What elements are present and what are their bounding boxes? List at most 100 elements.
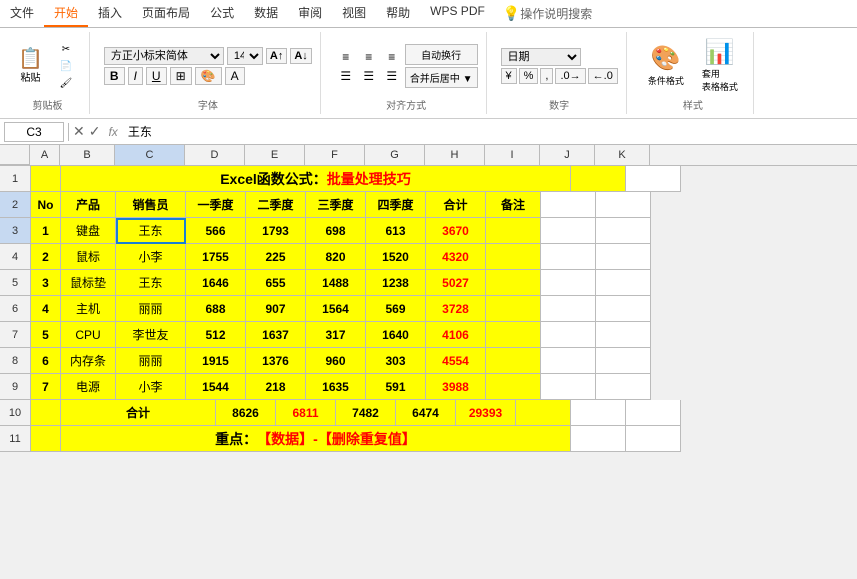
- cell-a7[interactable]: 5: [31, 322, 61, 348]
- tab-review[interactable]: 审阅: [288, 0, 332, 27]
- cell-h5[interactable]: 5027: [426, 270, 486, 296]
- cell-j3[interactable]: [541, 218, 596, 244]
- col-header-a[interactable]: A: [30, 145, 60, 165]
- col-header-b[interactable]: B: [60, 145, 115, 165]
- cut-button[interactable]: ✂: [51, 42, 81, 57]
- cell-a5[interactable]: 3: [31, 270, 61, 296]
- cell-g2[interactable]: 四季度: [366, 192, 426, 218]
- align-mid-center-button[interactable]: ☰: [358, 67, 380, 85]
- tab-wpspdf[interactable]: WPS PDF: [420, 0, 495, 27]
- cell-f6[interactable]: 1564: [306, 296, 366, 322]
- cell-h7[interactable]: 4106: [426, 322, 486, 348]
- cell-c2[interactable]: 销售员: [116, 192, 186, 218]
- font-increase-button[interactable]: A↑: [266, 48, 287, 64]
- cell-j5[interactable]: [541, 270, 596, 296]
- align-mid-right-button[interactable]: ☰: [381, 67, 403, 85]
- bold-button[interactable]: B: [104, 67, 125, 85]
- col-header-i[interactable]: I: [485, 145, 540, 165]
- cell-b3[interactable]: 键盘: [61, 218, 116, 244]
- cell-k7[interactable]: [596, 322, 651, 348]
- number-format-select[interactable]: 日期: [501, 48, 581, 66]
- col-header-f[interactable]: F: [305, 145, 365, 165]
- wrap-text-button[interactable]: 自动换行: [405, 44, 478, 65]
- cell-k6[interactable]: [596, 296, 651, 322]
- tab-help[interactable]: 帮助: [376, 0, 420, 27]
- cell-j4[interactable]: [541, 244, 596, 270]
- cell-j6[interactable]: [541, 296, 596, 322]
- cell-d6[interactable]: 688: [186, 296, 246, 322]
- cell-e2[interactable]: 二季度: [246, 192, 306, 218]
- font-size-select[interactable]: 14: [227, 47, 263, 65]
- cell-a9[interactable]: 7: [31, 374, 61, 400]
- cell-a10[interactable]: [31, 400, 61, 426]
- row-header-7[interactable]: 7: [0, 322, 30, 348]
- formula-input[interactable]: [126, 123, 853, 141]
- cell-i5[interactable]: [486, 270, 541, 296]
- align-mid-left-button[interactable]: ☰: [335, 67, 357, 85]
- cell-i7[interactable]: [486, 322, 541, 348]
- cell-b4[interactable]: 鼠标: [61, 244, 116, 270]
- cell-e10[interactable]: 6811: [276, 400, 336, 426]
- cell-d2[interactable]: 一季度: [186, 192, 246, 218]
- cell-a1[interactable]: [31, 166, 61, 192]
- cell-c9[interactable]: 小李: [116, 374, 186, 400]
- cell-i8[interactable]: [486, 348, 541, 374]
- row-header-5[interactable]: 5: [0, 270, 30, 296]
- cell-a8[interactable]: 6: [31, 348, 61, 374]
- cell-c4[interactable]: 小李: [116, 244, 186, 270]
- tab-home[interactable]: 开始: [44, 0, 88, 27]
- tab-insert[interactable]: 插入: [88, 0, 132, 27]
- col-header-g[interactable]: G: [365, 145, 425, 165]
- cell-e3[interactable]: 1793: [246, 218, 306, 244]
- cell-j7[interactable]: [541, 322, 596, 348]
- cell-d4[interactable]: 1755: [186, 244, 246, 270]
- cell-e8[interactable]: 1376: [246, 348, 306, 374]
- row-header-1[interactable]: 1: [0, 166, 30, 192]
- cell-g9[interactable]: 591: [366, 374, 426, 400]
- cell-a11[interactable]: [31, 426, 61, 452]
- cell-i2[interactable]: 备注: [486, 192, 541, 218]
- cell-title[interactable]: Excel函数公式： 批量处理技巧: [61, 166, 571, 192]
- cell-j10[interactable]: [571, 400, 626, 426]
- cell-b6[interactable]: 主机: [61, 296, 116, 322]
- increase-decimal-button[interactable]: .0→: [555, 68, 585, 84]
- cell-d8[interactable]: 1915: [186, 348, 246, 374]
- copy-button[interactable]: 📄: [51, 59, 81, 74]
- row-header-3[interactable]: 3: [0, 218, 30, 244]
- cell-f10[interactable]: 7482: [336, 400, 396, 426]
- col-header-h[interactable]: H: [425, 145, 485, 165]
- row-header-9[interactable]: 9: [0, 374, 30, 400]
- cell-k11[interactable]: [626, 426, 681, 452]
- comma-button[interactable]: ,: [540, 68, 553, 84]
- cell-k10[interactable]: [626, 400, 681, 426]
- cell-b9[interactable]: 电源: [61, 374, 116, 400]
- cell-d9[interactable]: 1544: [186, 374, 246, 400]
- fill-color-button[interactable]: 🎨: [195, 67, 222, 85]
- confirm-formula-icon[interactable]: ✓: [89, 123, 101, 140]
- cell-d5[interactable]: 1646: [186, 270, 246, 296]
- cell-g8[interactable]: 303: [366, 348, 426, 374]
- cell-a6[interactable]: 4: [31, 296, 61, 322]
- row-header-6[interactable]: 6: [0, 296, 30, 322]
- cell-f4[interactable]: 820: [306, 244, 366, 270]
- cell-c6[interactable]: 丽丽: [116, 296, 186, 322]
- cell-i3[interactable]: [486, 218, 541, 244]
- decrease-decimal-button[interactable]: ←.0: [588, 68, 618, 84]
- cell-k1[interactable]: [626, 166, 681, 192]
- cell-h10[interactable]: 29393: [456, 400, 516, 426]
- cell-h2[interactable]: 合计: [426, 192, 486, 218]
- cell-k9[interactable]: [596, 374, 651, 400]
- cell-j2[interactable]: [541, 192, 596, 218]
- cell-j1[interactable]: [571, 166, 626, 192]
- row-header-2[interactable]: 2: [0, 192, 30, 218]
- cell-f7[interactable]: 317: [306, 322, 366, 348]
- cell-h3[interactable]: 3670: [426, 218, 486, 244]
- cell-j11[interactable]: [571, 426, 626, 452]
- cancel-formula-icon[interactable]: ✕: [73, 123, 85, 140]
- cell-reference[interactable]: [4, 122, 64, 142]
- cell-i6[interactable]: [486, 296, 541, 322]
- cell-e4[interactable]: 225: [246, 244, 306, 270]
- col-header-k[interactable]: K: [595, 145, 650, 165]
- cell-e6[interactable]: 907: [246, 296, 306, 322]
- tab-file[interactable]: 文件: [0, 0, 44, 27]
